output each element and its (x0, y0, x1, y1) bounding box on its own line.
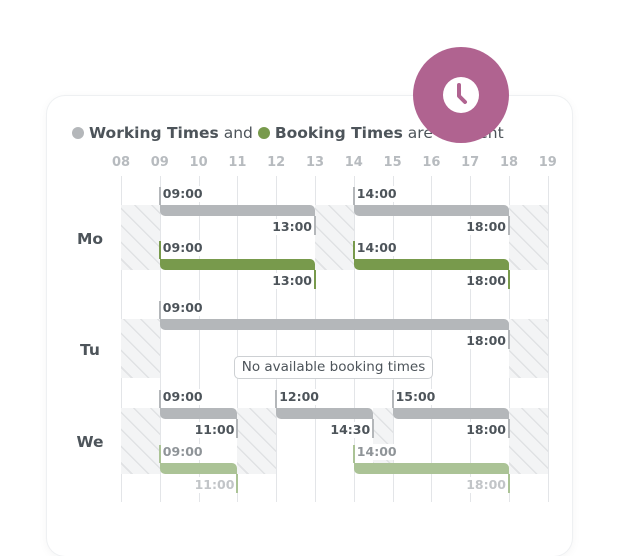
working-end-time: 11:00 (193, 422, 236, 438)
working-start-time: 12:00 (278, 389, 320, 405)
hour-label: 17 (461, 155, 480, 170)
working-start-marker (275, 390, 278, 408)
day-label-tu: Tu (80, 341, 100, 359)
booking-start-time: 09:00 (161, 240, 204, 256)
booking-end-time: 13:00 (271, 273, 313, 289)
booking-times-dot (257, 127, 270, 139)
working-end-time: 18:00 (465, 219, 507, 235)
day-label-we: We (76, 433, 104, 451)
working-end-time: 13:00 (271, 219, 313, 235)
non-working-zone (237, 408, 277, 474)
hour-label: 19 (538, 155, 557, 170)
hour-label: 09 (150, 155, 169, 170)
working-start-time: 14:00 (355, 186, 398, 202)
working-time-bar[interactable] (276, 408, 374, 419)
working-time-bar[interactable] (353, 205, 509, 216)
working-start-marker (158, 301, 161, 319)
clock-badge (413, 47, 509, 143)
working-start-marker (352, 187, 355, 205)
working-end-time: 18:00 (465, 422, 507, 438)
working-end-marker (314, 216, 316, 235)
booking-end-time: 18:00 (465, 273, 507, 289)
booking-start-time: 14:00 (355, 444, 398, 460)
working-end-marker (508, 419, 510, 438)
booking-time-bar[interactable] (353, 463, 509, 474)
working-start-time: 09:00 (161, 300, 204, 316)
hour-label: 15 (383, 155, 402, 170)
booking-end-marker (236, 474, 239, 493)
booking-start-time: 09:00 (161, 444, 204, 460)
hour-label: 10 (189, 155, 208, 170)
clock-icon (443, 77, 479, 113)
non-working-zone (121, 319, 160, 378)
working-start-time: 09:00 (161, 186, 204, 202)
hour-label: 13 (305, 155, 325, 170)
day-label-mo: Mo (76, 230, 104, 248)
working-time-bar[interactable] (159, 408, 238, 419)
working-end-marker (508, 330, 510, 349)
non-working-zone (315, 205, 354, 270)
legend-and-text: and (223, 124, 253, 142)
non-working-zone (121, 408, 160, 474)
booking-start-marker (352, 241, 355, 259)
booking-end-time: 18:00 (465, 477, 507, 493)
working-time-bar[interactable] (159, 205, 315, 216)
legend-working-label: Working Times (89, 124, 219, 142)
no-booking-times-badge: No available booking times (234, 356, 433, 379)
hour-gridline (548, 176, 549, 502)
working-start-marker (158, 390, 161, 408)
working-end-time: 18:00 (465, 333, 507, 349)
working-start-time: 09:00 (161, 389, 204, 405)
booking-start-marker (158, 445, 161, 463)
working-start-time: 15:00 (394, 389, 437, 405)
hour-label: 14 (344, 155, 363, 170)
working-start-marker (391, 390, 394, 408)
working-start-marker (158, 187, 161, 205)
hour-label: 18 (499, 155, 519, 170)
hour-gridline (431, 176, 432, 502)
booking-start-marker (352, 445, 355, 463)
hour-label: 12 (267, 155, 286, 170)
working-end-marker (236, 419, 239, 438)
hour-label: 16 (422, 155, 441, 170)
working-end-marker (508, 216, 510, 235)
booking-time-bar[interactable] (353, 259, 509, 270)
booking-time-bar[interactable] (159, 463, 238, 474)
working-times-dot (72, 127, 84, 139)
working-time-bar[interactable] (392, 408, 509, 419)
booking-start-time: 14:00 (355, 240, 398, 256)
working-end-time: 14:30 (329, 422, 372, 438)
non-working-zone (509, 205, 548, 270)
hour-label: 08 (111, 155, 131, 170)
booking-start-marker (158, 241, 161, 259)
non-working-zone (121, 205, 160, 270)
hour-label: 11 (228, 155, 247, 170)
booking-end-time: 11:00 (193, 477, 236, 493)
booking-end-marker (314, 270, 316, 289)
booking-end-marker (508, 474, 510, 493)
working-end-marker (372, 419, 375, 438)
booking-end-marker (508, 270, 510, 289)
non-working-zone (509, 408, 548, 474)
non-working-zone (509, 319, 548, 378)
working-time-bar[interactable] (159, 319, 509, 330)
legend-booking-label: Booking Times (274, 124, 403, 142)
booking-time-bar[interactable] (159, 259, 315, 270)
